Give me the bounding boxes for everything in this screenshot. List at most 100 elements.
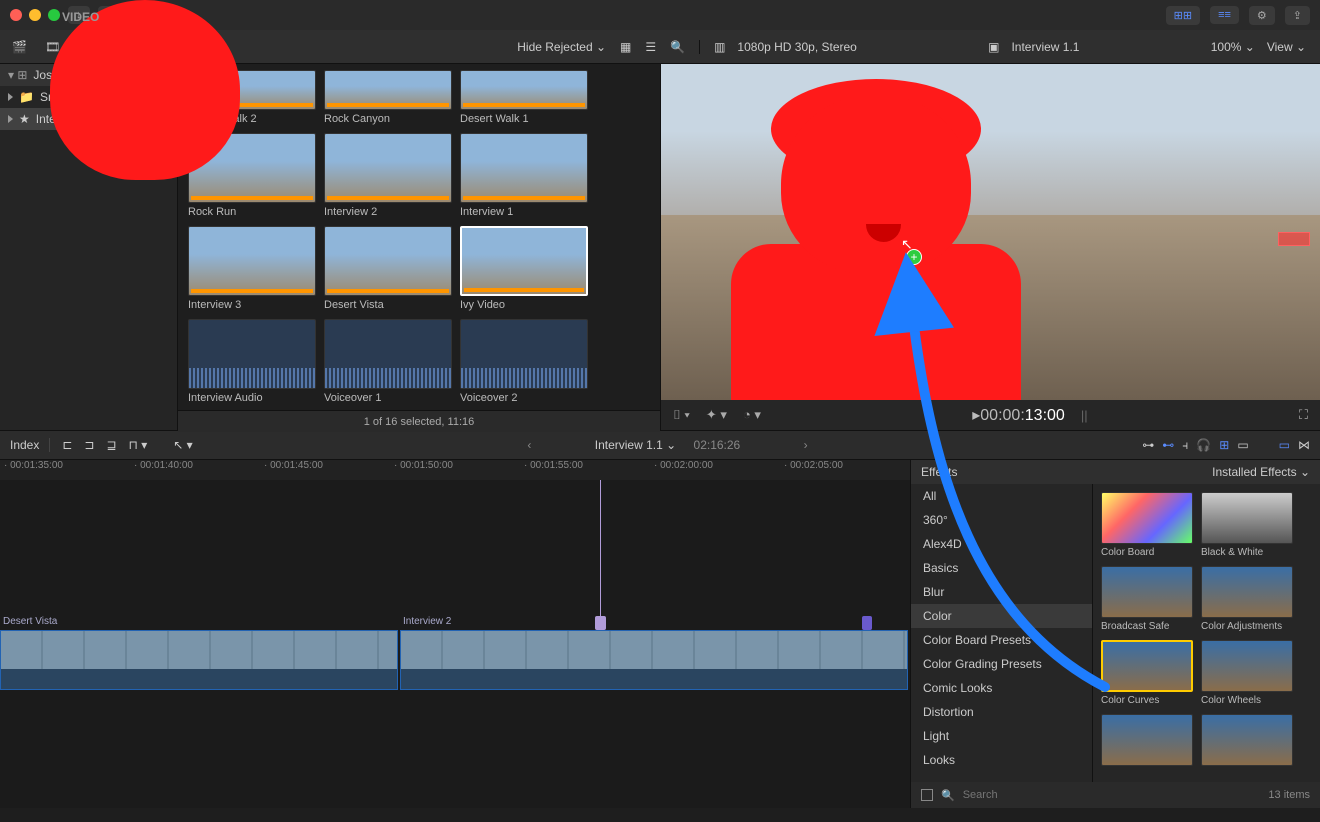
effects-browser: Effects Installed Effects ⌄ VIDEOAll360°… bbox=[910, 460, 1320, 808]
tl-tool-5[interactable]: ⊞ bbox=[1219, 438, 1229, 453]
arrow-tool-icon[interactable]: ↖ ▾ bbox=[173, 438, 192, 452]
ruler-tick: · 00:01:50:00 bbox=[390, 460, 520, 480]
clip-item[interactable]: Interview 1 bbox=[460, 133, 588, 218]
tl-tool-8[interactable]: ⋈ bbox=[1298, 438, 1310, 453]
effects-title: Effects bbox=[921, 465, 957, 479]
clip-label: Interview 2 bbox=[324, 206, 452, 218]
effects-category[interactable]: Blur bbox=[911, 580, 1092, 604]
zoom-dropdown[interactable]: 100% ⌄ bbox=[1211, 40, 1255, 54]
effect-item[interactable] bbox=[1201, 714, 1293, 769]
clip-label: Desert Walk 1 bbox=[460, 113, 588, 125]
effect-label: Color Wheels bbox=[1201, 695, 1293, 706]
project-icon[interactable]: ▣ bbox=[988, 40, 999, 54]
workspace-list-button[interactable]: ≡≡ bbox=[1210, 6, 1239, 24]
effects-category[interactable]: Color Grading Presets bbox=[911, 652, 1092, 676]
retime-dropdown[interactable]: ◔ ▾ bbox=[743, 407, 761, 423]
viewer-controls: ⌷ ▾ ✦ ▾ ◔ ▾ ▸00:00:13:00 || ⛶ bbox=[661, 400, 1320, 430]
event-icon: ★ bbox=[19, 112, 30, 126]
effects-category[interactable]: 360° bbox=[911, 508, 1092, 532]
tl-tool-6[interactable]: ▭ bbox=[1237, 438, 1248, 453]
format-label: 1080p HD 30p, Stereo bbox=[737, 40, 856, 54]
clip-item[interactable]: Interview 2 bbox=[324, 133, 452, 218]
close-icon[interactable] bbox=[10, 9, 22, 21]
timeline-duration: 02:16:26 bbox=[694, 438, 741, 452]
ruler-tick: · 00:01:35:00 bbox=[0, 460, 130, 480]
timeline-project-dropdown[interactable]: Interview 1.1 ⌄ bbox=[595, 438, 676, 452]
workspace-grid-button[interactable]: ⊞⊞ bbox=[1166, 6, 1200, 25]
fullscreen-icon[interactable] bbox=[48, 9, 60, 21]
effect-item[interactable] bbox=[1101, 714, 1193, 769]
timeline[interactable]: · 00:01:35:00· 00:01:40:00· 00:01:45:00·… bbox=[0, 460, 910, 808]
clip-appearance-icon[interactable]: ▦ bbox=[620, 40, 631, 54]
enhance-dropdown[interactable]: ✦ ▾ bbox=[706, 407, 727, 423]
effects-category[interactable]: Light bbox=[911, 724, 1092, 748]
timeline-clip[interactable]: Interview 2 bbox=[400, 630, 908, 690]
effect-item[interactable]: Color Adjustments bbox=[1201, 566, 1293, 632]
effect-item[interactable]: Color Wheels bbox=[1201, 640, 1293, 706]
effect-label: Black & White bbox=[1201, 547, 1293, 558]
tl-tool-4[interactable]: 🎧 bbox=[1196, 438, 1211, 453]
clip-label: Voiceover 2 bbox=[460, 392, 588, 404]
insert-clip-icon[interactable]: ⊐ bbox=[84, 438, 94, 452]
effects-category[interactable]: Basics bbox=[911, 556, 1092, 580]
effects-browser-toggle[interactable]: ▭ bbox=[1279, 438, 1290, 453]
clip-item[interactable]: Voiceover 1 bbox=[324, 319, 452, 404]
index-button[interactable]: Index bbox=[10, 438, 50, 452]
share-button[interactable]: ⇪ bbox=[1285, 6, 1310, 25]
effects-category[interactable]: Color Board Presets bbox=[911, 628, 1092, 652]
window-controls bbox=[10, 9, 60, 21]
effects-category[interactable]: Distortion bbox=[911, 700, 1092, 724]
clip-label: Rock Canyon bbox=[324, 113, 452, 125]
append-clip-icon[interactable]: ⊒ bbox=[106, 438, 116, 452]
ruler-tick: · 00:01:45:00 bbox=[260, 460, 390, 480]
view-dropdown[interactable]: View ⌄ bbox=[1267, 40, 1306, 54]
disclosure-icon[interactable] bbox=[8, 115, 13, 123]
clip-item[interactable]: Voiceover 2 bbox=[460, 319, 588, 404]
timeline-clip[interactable]: Desert Vista bbox=[0, 630, 398, 690]
ruler-tick: · 00:01:40:00 bbox=[130, 460, 260, 480]
clip-label: Ivy Video bbox=[460, 299, 588, 311]
clip-item[interactable]: Desert Walk 1 bbox=[460, 70, 588, 125]
effect-item[interactable]: Color Board bbox=[1101, 492, 1193, 558]
tl-tool-2[interactable]: ⊷ bbox=[1162, 438, 1174, 453]
clip-item[interactable]: Rock Canyon bbox=[324, 70, 452, 125]
connect-clip-icon[interactable]: ⊏ bbox=[62, 438, 72, 452]
ruler-tick: · 00:02:00:00 bbox=[650, 460, 780, 480]
filter-dropdown[interactable]: Hide Rejected ⌄ bbox=[517, 40, 606, 54]
add-sample-icon[interactable]: + bbox=[906, 249, 922, 265]
timeline-ruler[interactable]: · 00:01:35:00· 00:01:40:00· 00:01:45:00·… bbox=[0, 460, 910, 480]
angle-icon[interactable]: ▥ bbox=[714, 40, 725, 54]
clip-item[interactable]: Ivy Video bbox=[460, 226, 588, 311]
mask-indicator bbox=[1278, 232, 1310, 246]
effect-item[interactable]: Black & White bbox=[1201, 492, 1293, 558]
clip-item[interactable]: Interview Audio bbox=[188, 319, 316, 404]
adjust-button[interactable]: ⚙ bbox=[1249, 6, 1275, 25]
effects-preview-toggle[interactable] bbox=[921, 789, 933, 801]
tl-tool-1[interactable]: ⊶ bbox=[1142, 438, 1154, 453]
marker[interactable] bbox=[862, 616, 872, 630]
effect-label: Color Adjustments bbox=[1201, 621, 1293, 632]
fullscreen-icon[interactable]: ⛶ bbox=[1299, 407, 1308, 423]
clip-item[interactable]: Interview 3 bbox=[188, 226, 316, 311]
effects-scope-dropdown[interactable]: Installed Effects ⌄ bbox=[1212, 465, 1310, 479]
disclosure-icon[interactable] bbox=[8, 93, 13, 101]
clip-label: Interview 3 bbox=[188, 299, 316, 311]
effects-category[interactable]: Looks bbox=[911, 748, 1092, 772]
minimize-icon[interactable] bbox=[29, 9, 41, 21]
effect-item[interactable]: Broadcast Safe bbox=[1101, 566, 1193, 632]
viewer-canvas[interactable]: ↖ + bbox=[661, 64, 1320, 400]
effects-search-input[interactable] bbox=[963, 789, 1261, 801]
search-icon[interactable]: 🔍 bbox=[670, 40, 685, 54]
effects-category[interactable]: Alex4D bbox=[911, 532, 1092, 556]
clip-item[interactable]: Desert Vista bbox=[324, 226, 452, 311]
effect-label: Broadcast Safe bbox=[1101, 621, 1193, 632]
effects-category[interactable]: Comic Looks bbox=[911, 676, 1092, 700]
transform-dropdown[interactable]: ⌷ ▾ bbox=[673, 407, 690, 423]
effects-category[interactable]: All bbox=[911, 484, 1092, 508]
tl-tool-3[interactable]: ⫞ bbox=[1182, 438, 1188, 453]
list-view-icon[interactable]: ☰ bbox=[645, 40, 656, 54]
effect-item[interactable]: Color Curves bbox=[1101, 640, 1193, 706]
library-icon[interactable]: 🎬 bbox=[12, 40, 27, 54]
overwrite-clip-icon[interactable]: ⊓ ▾ bbox=[129, 438, 148, 452]
effects-category[interactable]: Color bbox=[911, 604, 1092, 628]
